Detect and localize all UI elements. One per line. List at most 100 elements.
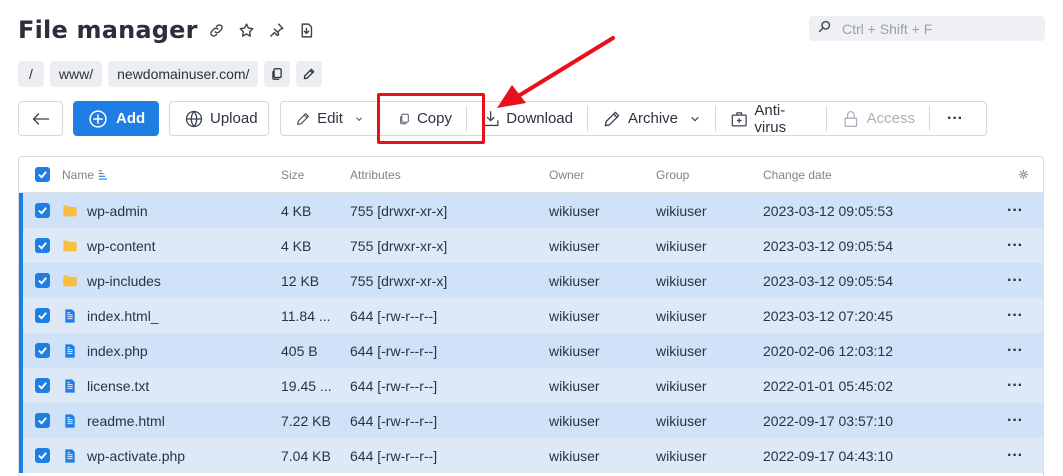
- file-size: 7.04 KB: [281, 447, 331, 464]
- upload-button[interactable]: Upload: [169, 101, 269, 136]
- file-group: wikiuser: [656, 272, 707, 289]
- file-size: 12 KB: [281, 272, 320, 289]
- row-checkbox[interactable]: [35, 228, 50, 263]
- sort-icon: [98, 170, 108, 180]
- row-menu-button[interactable]: ···: [1007, 333, 1023, 368]
- column-change-date[interactable]: Change date: [763, 157, 832, 192]
- file-name[interactable]: index.html_: [87, 298, 159, 333]
- file-owner: wikiuser: [549, 412, 600, 429]
- table-row[interactable]: readme.html 7.22 KB 644 [-rw-r--r--] wikius…: [19, 403, 1043, 438]
- selection-bar: [19, 438, 23, 473]
- file-size: 11.84 ...: [281, 307, 331, 324]
- file-name[interactable]: wp-admin: [87, 193, 148, 228]
- row-menu-button[interactable]: ···: [1007, 438, 1023, 473]
- column-name[interactable]: Name: [62, 157, 108, 192]
- file-name[interactable]: readme.html: [87, 403, 165, 438]
- row-menu-button[interactable]: ···: [1007, 368, 1023, 403]
- selection-bar: [19, 193, 23, 228]
- file-size: 4 KB: [281, 237, 312, 254]
- pin-icon[interactable]: [266, 19, 288, 41]
- table-row[interactable]: wp-admin 4 KB 755 [drwxr-xr-x] wikiuser wiki…: [19, 193, 1043, 228]
- row-checkbox[interactable]: [35, 263, 50, 298]
- antivirus-label: Anti-virus: [754, 101, 787, 136]
- file-attributes: 755 [drwxr-xr-x]: [350, 237, 448, 254]
- medical-kit-icon: [731, 111, 747, 127]
- checkmark-icon: [38, 417, 47, 425]
- table-row[interactable]: license.txt 19.45 ... 644 [-rw-r--r--] wiki…: [19, 368, 1043, 403]
- table-row[interactable]: index.php 405 B 644 [-rw-r--r--] wikiuser wi…: [19, 333, 1043, 368]
- table-row[interactable]: wp-includes 12 KB 755 [drwxr-xr-x] wikiuser…: [19, 263, 1043, 298]
- file-change-date: 2020-02-06 12:03:12: [763, 342, 893, 359]
- file-group: wikiuser: [656, 447, 707, 464]
- row-checkbox[interactable]: [35, 193, 50, 228]
- checkmark-icon: [38, 207, 47, 215]
- copy-button[interactable]: Copy: [378, 102, 466, 135]
- table-row[interactable]: wp-activate.php 7.04 KB 644 [-rw-r--r--] wi…: [19, 438, 1043, 473]
- breadcrumb-root[interactable]: /: [18, 61, 44, 87]
- table-row[interactable]: index.html_ 11.84 ... 644 [-rw-r--r--] wiki…: [19, 298, 1043, 333]
- row-menu-button[interactable]: ···: [1007, 403, 1023, 438]
- checkmark-icon: [38, 452, 47, 460]
- file-icon: [62, 403, 78, 438]
- row-checkbox[interactable]: [35, 403, 50, 438]
- edit-button[interactable]: Edit: [281, 102, 377, 135]
- selection-bar: [19, 228, 23, 263]
- archive-button[interactable]: Archive: [588, 102, 715, 135]
- column-group[interactable]: Group: [656, 157, 689, 192]
- page-header: File manager: [18, 14, 318, 46]
- copy-label: Copy: [416, 110, 452, 127]
- upload-label: Upload: [210, 110, 258, 127]
- file-change-date: 2023-03-12 09:05:54: [763, 237, 893, 254]
- link-icon[interactable]: [206, 19, 228, 41]
- back-button[interactable]: [18, 101, 63, 136]
- chevron-down-icon: [355, 116, 362, 121]
- file-attributes: 644 [-rw-r--r--]: [350, 377, 438, 394]
- plus-circle-icon: [89, 109, 107, 128]
- file-change-date: 2023-03-12 09:05:54: [763, 272, 893, 289]
- selection-bar: [19, 263, 23, 298]
- download-button[interactable]: Download: [467, 102, 587, 135]
- selection-bar: [19, 298, 23, 333]
- row-checkbox[interactable]: [35, 438, 50, 473]
- row-checkbox[interactable]: [35, 298, 50, 333]
- row-checkbox[interactable]: [35, 368, 50, 403]
- column-name-label: Name: [62, 167, 95, 182]
- row-checkbox[interactable]: [35, 333, 50, 368]
- row-menu-button[interactable]: ···: [1007, 298, 1023, 333]
- file-name[interactable]: wp-activate.php: [87, 438, 185, 473]
- file-owner: wikiuser: [549, 237, 600, 254]
- column-size[interactable]: Size: [281, 157, 304, 192]
- column-owner[interactable]: Owner: [549, 157, 584, 192]
- file-attributes: 644 [-rw-r--r--]: [350, 447, 438, 464]
- checkmark-icon: [38, 382, 47, 390]
- folder-icon: [62, 193, 78, 228]
- download-label: Download: [506, 110, 573, 127]
- add-button[interactable]: Add: [73, 101, 159, 136]
- file-name[interactable]: wp-includes: [87, 263, 161, 298]
- breadcrumb-www[interactable]: www/: [49, 61, 103, 87]
- file-name[interactable]: wp-content: [87, 228, 155, 263]
- more-actions-button[interactable]: ···: [930, 102, 980, 135]
- row-menu-button[interactable]: ···: [1007, 193, 1023, 228]
- file-name[interactable]: index.php: [87, 333, 148, 368]
- search-input[interactable]: [842, 20, 1032, 37]
- column-settings-button[interactable]: [1018, 157, 1029, 192]
- row-menu-button[interactable]: ···: [1007, 263, 1023, 298]
- antivirus-button[interactable]: Anti-virus: [716, 101, 826, 136]
- edit-path-button[interactable]: [296, 61, 323, 87]
- copy-path-button[interactable]: [264, 61, 291, 87]
- column-attributes[interactable]: Attributes: [350, 157, 401, 192]
- folder-icon: [62, 228, 78, 263]
- row-menu-button[interactable]: ···: [1007, 228, 1023, 263]
- download-file-icon[interactable]: [296, 19, 318, 41]
- checkmark-icon: [38, 347, 47, 355]
- star-icon[interactable]: [236, 19, 258, 41]
- access-button[interactable]: Access: [827, 102, 929, 135]
- breadcrumb-domain[interactable]: newdomainuser.com/: [108, 61, 259, 87]
- pencil-icon: [297, 112, 309, 125]
- table-row[interactable]: wp-content 4 KB 755 [drwxr-xr-x] wikiuser wi…: [19, 228, 1043, 263]
- search-box[interactable]: [809, 16, 1045, 41]
- file-name[interactable]: license.txt: [87, 368, 149, 403]
- select-all-checkbox[interactable]: [35, 157, 50, 192]
- file-icon: [62, 438, 78, 473]
